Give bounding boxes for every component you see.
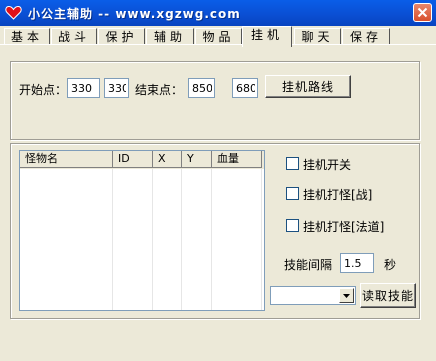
column-x[interactable]: X — [153, 151, 182, 168]
afk-fight-taoist-checkbox[interactable] — [286, 219, 299, 232]
skill-select-dropdown-button[interactable] — [339, 288, 354, 303]
seconds-unit-label: 秒 — [384, 258, 397, 272]
skill-interval-label: 技能间隔 — [284, 258, 333, 272]
read-skill-button[interactable]: 读取技能 — [360, 283, 416, 308]
skill-select[interactable] — [270, 286, 356, 305]
column-y[interactable]: Y — [182, 151, 212, 168]
tab-divider — [0, 44, 436, 45]
monster-list-header: 怪物名 ID X Y 血量 — [20, 151, 264, 169]
close-icon — [417, 7, 428, 18]
app-window: 小公主辅助 -- www.xgzwg.com 基本 战斗 保护 辅助 物品 挂机… — [0, 0, 436, 361]
column-divider — [112, 169, 113, 310]
tab-assist[interactable]: 辅助 — [146, 28, 194, 45]
column-divider — [152, 169, 153, 310]
tab-afk[interactable]: 挂机 — [242, 26, 292, 47]
afk-fight-warrior-checkbox[interactable] — [286, 187, 299, 200]
tab-basic[interactable]: 基本 — [4, 28, 50, 45]
end-y-field[interactable] — [232, 78, 258, 98]
column-divider — [211, 169, 212, 310]
afk-fight-taoist-label[interactable]: 挂机打怪[法道] — [303, 218, 384, 235]
route-group — [10, 61, 420, 140]
afk-fight-warrior-label[interactable]: 挂机打怪[战] — [303, 186, 372, 203]
chevron-down-icon — [343, 294, 350, 298]
end-x-field[interactable] — [188, 78, 215, 98]
column-divider — [261, 169, 262, 310]
close-button[interactable] — [413, 3, 432, 22]
tab-save[interactable]: 保存 — [342, 28, 390, 45]
title-bar[interactable]: 小公主辅助 -- www.xgzwg.com — [0, 0, 436, 26]
start-y-field[interactable] — [104, 78, 129, 98]
afk-toggle-checkbox[interactable] — [286, 157, 299, 170]
tab-items[interactable]: 物品 — [195, 28, 242, 45]
monster-list[interactable]: 怪物名 ID X Y 血量 — [19, 150, 265, 311]
column-hp[interactable]: 血量 — [212, 151, 262, 168]
end-point-label: 结束点： — [135, 83, 184, 97]
heart-icon — [5, 5, 22, 20]
tab-bar: 基本 战斗 保护 辅助 物品 挂机 聊天 保存 — [0, 26, 436, 47]
tab-chat[interactable]: 聊天 — [294, 28, 341, 45]
skill-interval-field[interactable] — [340, 253, 374, 273]
window-title: 小公主辅助 -- www.xgzwg.com — [28, 7, 241, 21]
column-monster-name[interactable]: 怪物名 — [20, 151, 113, 168]
column-id[interactable]: ID — [113, 151, 153, 168]
route-button[interactable]: 挂机路线 — [265, 75, 351, 98]
start-point-label: 开始点： — [19, 83, 68, 97]
tab-combat[interactable]: 战斗 — [51, 28, 97, 45]
start-x-field[interactable] — [67, 78, 100, 98]
tab-protect[interactable]: 保护 — [98, 28, 145, 45]
afk-toggle-label[interactable]: 挂机开关 — [303, 156, 351, 173]
column-divider — [181, 169, 182, 310]
